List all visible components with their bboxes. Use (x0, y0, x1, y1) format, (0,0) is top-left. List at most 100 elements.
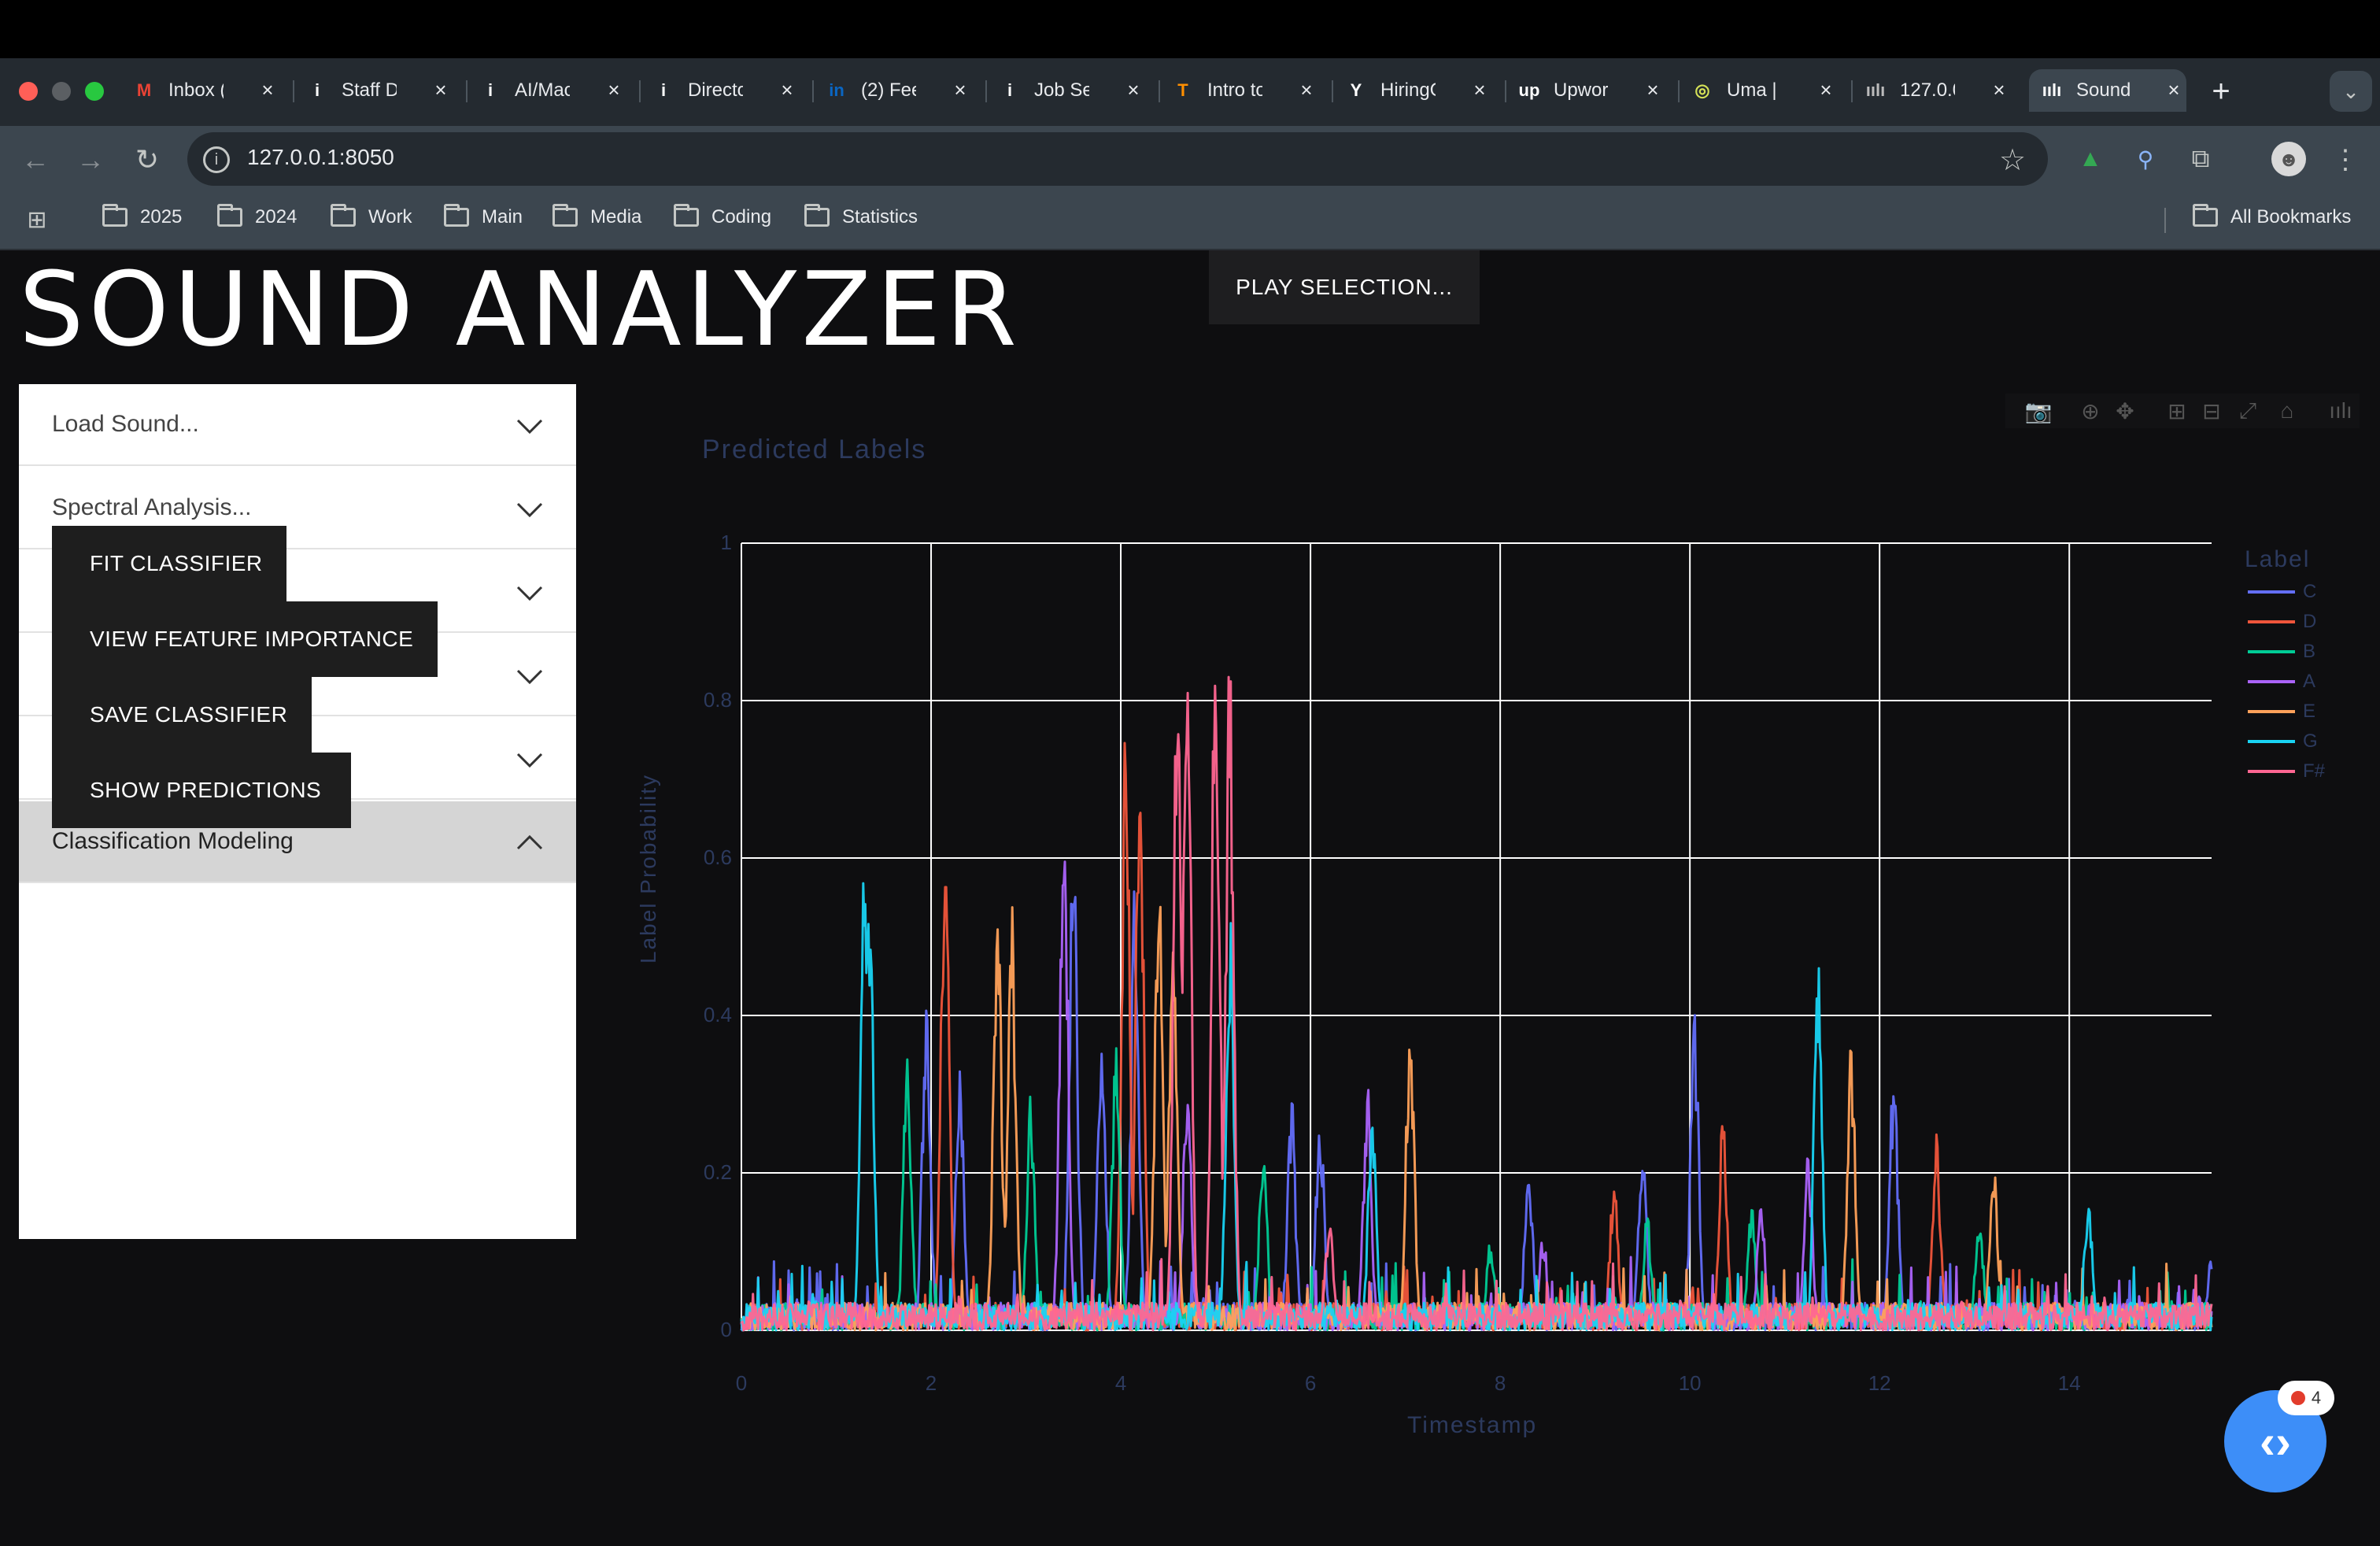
tab-label: 127.0.0 (1900, 80, 1955, 101)
legend-item-c[interactable]: C (2248, 581, 2316, 603)
tab-separator (1505, 80, 1506, 102)
all-bookmarks-label: All Bookmarks (2230, 206, 2352, 227)
fit-classifier-button[interactable]: FIT CLASSIFIER (52, 526, 286, 601)
show-predictions-button[interactable]: SHOW PREDICTIONS (52, 753, 351, 828)
error-count-badge[interactable]: 4 (2278, 1381, 2334, 1415)
bookmark-folder-main[interactable]: Main (444, 204, 523, 228)
tab-1[interactable]: i Staff D × (305, 69, 453, 112)
tab-11[interactable]: ıılı Sound × (2029, 69, 2186, 112)
tab-label: Job Se (1034, 80, 1089, 101)
tab-10[interactable]: ıılı 127.0.0 × (1864, 69, 2012, 112)
tab-7[interactable]: Y HiringC × (1344, 69, 1492, 112)
maximize-window-button[interactable] (85, 82, 104, 101)
bookmark-folder-work[interactable]: Work (331, 204, 412, 228)
tab-2[interactable]: i AI/Mac × (479, 69, 626, 112)
tab-4[interactable]: in (2) Fee × (825, 69, 973, 112)
close-tab-icon[interactable]: × (1294, 77, 1319, 102)
chevron-down-icon (516, 669, 543, 685)
site-info-icon[interactable]: i (203, 146, 230, 173)
legend-item-b[interactable]: B (2248, 641, 2315, 663)
apps-grid-icon[interactable]: ⊞ (24, 206, 50, 233)
zoom-in-icon[interactable]: ⊞ (2161, 394, 2193, 428)
tab-separator (466, 80, 468, 102)
close-tab-icon[interactable]: × (774, 77, 800, 102)
tab-label: Inbox ( (168, 80, 224, 101)
linkedin-icon: in (829, 80, 844, 100)
extensions-puzzle-icon[interactable]: ⧉ (2185, 143, 2216, 175)
folder-icon (444, 204, 469, 227)
view-feature-importance-button[interactable]: VIEW FEATURE IMPORTANCE (52, 601, 438, 677)
close-tab-icon[interactable]: × (1640, 77, 1665, 102)
folder-icon (552, 204, 578, 227)
bookmark-folder-coding[interactable]: Coding (674, 204, 772, 228)
control-accordion: Load Sound...Spectral Analysis...Data La… (19, 384, 576, 1239)
url-text[interactable]: 127.0.0.1:8050 (247, 145, 394, 170)
tab-3[interactable]: i Directo × (652, 69, 800, 112)
bookmark-folder-2024[interactable]: 2024 (217, 204, 297, 228)
legend-item-fsharp[interactable]: F# (2248, 760, 2325, 782)
zoom-icon[interactable]: ⊕ (2075, 394, 2106, 428)
browser-menu-icon[interactable]: ⋮ (2331, 142, 2360, 178)
close-tab-icon[interactable]: × (1986, 77, 2012, 102)
tab-5[interactable]: i Job Se × (998, 69, 1146, 112)
close-tab-icon[interactable]: × (1813, 77, 1839, 102)
google-drive-icon[interactable]: ▲ (2075, 143, 2106, 175)
address-bar[interactable] (187, 132, 2048, 186)
tab-9[interactable]: ◎ Uma | U × (1691, 69, 1839, 112)
close-window-button[interactable] (19, 82, 38, 101)
plotly-logo-icon[interactable]: ıılı (2325, 394, 2356, 428)
info-icon: i (314, 80, 320, 100)
legend-item-e[interactable]: E (2248, 701, 2315, 723)
accordion-label: Spectral Analysis... (52, 494, 252, 520)
close-tab-icon[interactable]: × (2161, 77, 2186, 102)
legend-swatch (2248, 740, 2295, 743)
back-icon[interactable]: ← (17, 142, 54, 178)
bookmark-folder-2025[interactable]: 2025 (102, 204, 182, 228)
bookmark-label: Coding (711, 206, 772, 227)
zoom-out-icon[interactable]: ⊟ (2196, 394, 2227, 428)
save-classifier-button[interactable]: SAVE CLASSIFIER (52, 677, 312, 753)
gmail-icon: M (136, 80, 152, 100)
error-dot-icon (2290, 1391, 2305, 1405)
tab-label: Uma | U (1727, 80, 1782, 101)
bookmark-label: Main (482, 206, 523, 227)
legend-swatch (2248, 620, 2295, 623)
uma-icon: ◎ (1694, 80, 1710, 100)
close-tab-icon[interactable]: × (1121, 77, 1146, 102)
minimize-window-button[interactable] (52, 82, 71, 101)
legend-item-g[interactable]: G (2248, 730, 2318, 753)
bookmark-folder-media[interactable]: Media (552, 204, 641, 228)
close-tab-icon[interactable]: × (601, 77, 626, 102)
close-tab-icon[interactable]: × (428, 77, 453, 102)
bars-icon: ıılı (2042, 80, 2062, 100)
tab-search-icon[interactable]: ⌄ (2330, 71, 2372, 112)
close-tab-icon[interactable]: × (255, 77, 280, 102)
pan-icon[interactable]: ✥ (2109, 394, 2141, 428)
reload-icon[interactable]: ↻ (129, 142, 165, 178)
avatar[interactable]: ☻ (2271, 142, 2306, 176)
tab-6[interactable]: T Intro to × (1171, 69, 1319, 112)
bookmark-folder-statistics[interactable]: Statistics (804, 204, 918, 228)
new-tab-icon[interactable]: + (2204, 74, 2238, 109)
info-icon: i (1007, 80, 1013, 100)
play-selection-button[interactable]: PLAY SELECTION... (1209, 250, 1480, 324)
upwork-icon: up (1518, 80, 1540, 100)
legend-item-d[interactable]: D (2248, 611, 2316, 633)
reset-axes-icon[interactable]: ⌂ (2271, 394, 2303, 428)
accordion-item-0[interactable]: Load Sound... (19, 384, 576, 466)
tab-8[interactable]: up Upwork × (1517, 69, 1665, 112)
tab-separator (1332, 80, 1333, 102)
extension-search-icon[interactable]: ⚲ (2130, 143, 2161, 175)
close-tab-icon[interactable]: × (1467, 77, 1492, 102)
bookmark-star-icon[interactable]: ☆ (1994, 142, 2031, 178)
folder-icon (674, 204, 699, 227)
legend-item-a[interactable]: A (2248, 671, 2315, 693)
autoscale-icon[interactable]: ⤢ (2232, 394, 2264, 428)
legend-swatch (2248, 680, 2295, 683)
folder-icon (217, 204, 242, 227)
forward-icon[interactable]: → (72, 142, 109, 178)
camera-icon[interactable]: 📷 (2023, 394, 2054, 428)
close-tab-icon[interactable]: × (948, 77, 973, 102)
all-bookmarks[interactable]: All Bookmarks (2193, 204, 2352, 228)
tab-0[interactable]: M Inbox ( × (132, 69, 280, 112)
